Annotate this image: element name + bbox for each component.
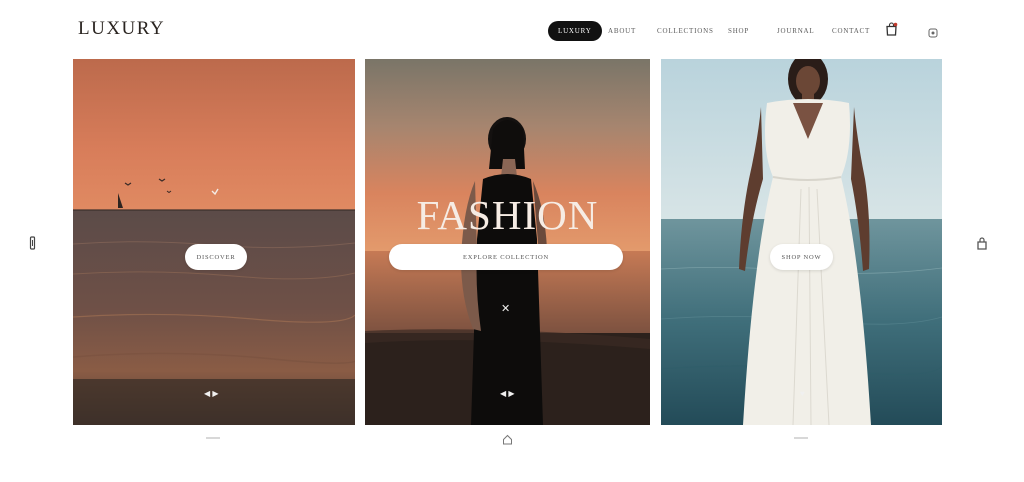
nav-item-contact[interactable]: CONTACT: [832, 21, 870, 41]
hero-title: FASHION: [416, 192, 599, 238]
panel-2-center-glyph: ✕: [501, 303, 511, 315]
next-arrow-icon[interactable]: [975, 236, 989, 255]
sunset-sea-image: [73, 59, 355, 425]
nav-item-about[interactable]: ABOUT: [608, 21, 636, 41]
white-dress-panel[interactable]: SHOP NOW ♥: [661, 59, 942, 425]
shop-now-button[interactable]: SHOP NOW: [770, 244, 833, 270]
panel-3-heart-glyph: ♥: [800, 389, 805, 398]
home-icon[interactable]: [502, 432, 513, 450]
prev-arrow-icon[interactable]: [29, 236, 36, 255]
nav-item-collections[interactable]: COLLECTIONS: [657, 21, 714, 41]
slide-indicator-3[interactable]: [794, 437, 808, 439]
panel-2-nav-glyph: ◀ ▶: [500, 389, 515, 398]
panel-1-nav-glyph: ◀ ▶: [204, 389, 219, 398]
account-icon[interactable]: [928, 25, 938, 43]
nav-item-shop[interactable]: SHOP: [728, 21, 749, 41]
fashion-panel[interactable]: FASHION EXPLORE COLLECTION ✕ ◀ ▶: [365, 59, 650, 425]
sunset-sea-panel[interactable]: DISCOVER ◀ ▶: [73, 59, 355, 425]
shopping-bag-icon[interactable]: [885, 22, 898, 41]
brand-logo[interactable]: LUXURY: [78, 18, 165, 40]
nav-item-home[interactable]: LUXURY: [548, 21, 602, 41]
nav-item-journal[interactable]: JOURNAL: [777, 21, 815, 41]
white-dress-model-image: [661, 59, 942, 425]
slide-indicator-1[interactable]: [206, 437, 220, 439]
discover-button[interactable]: DISCOVER: [185, 244, 247, 270]
explore-collection-button[interactable]: EXPLORE COLLECTION: [389, 244, 623, 270]
fashion-model-image: [365, 59, 650, 425]
